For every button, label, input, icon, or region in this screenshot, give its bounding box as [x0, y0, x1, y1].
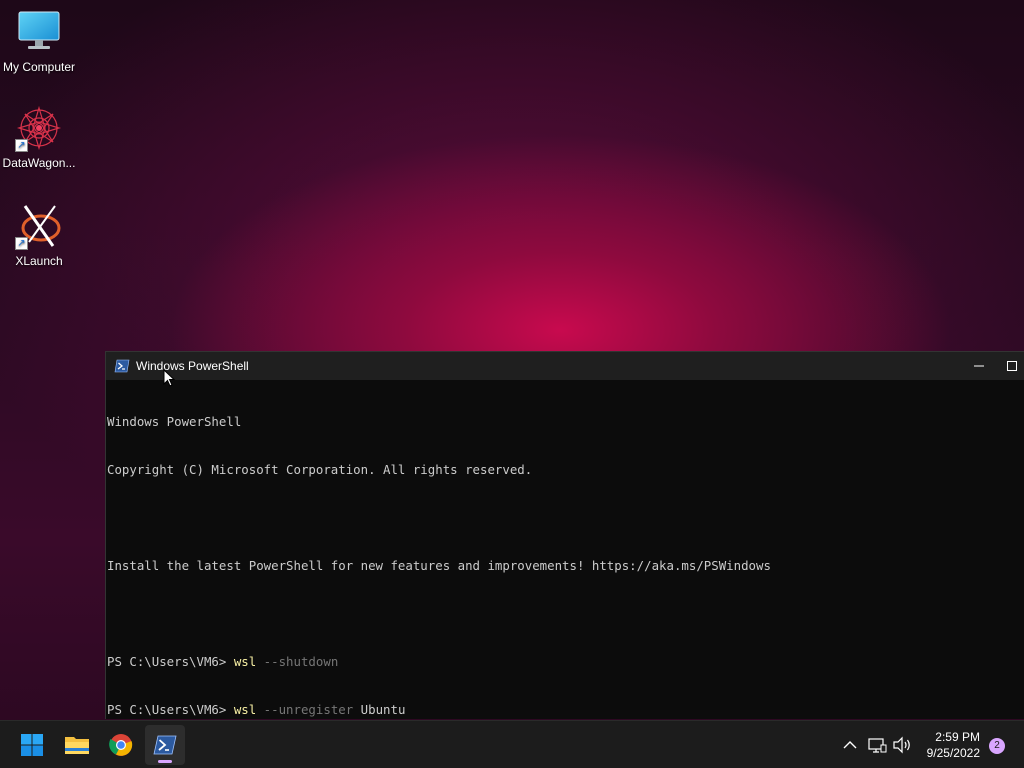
- clock-date: 9/25/2022: [926, 746, 980, 760]
- notification-badge[interactable]: 2: [989, 738, 1005, 754]
- maximize-button[interactable]: [1002, 352, 1022, 380]
- window-titlebar[interactable]: Windows PowerShell: [106, 352, 1024, 380]
- powershell-icon: [114, 358, 130, 374]
- command-name: wsl: [233, 654, 257, 669]
- desktop-icon-label: XLaunch: [15, 254, 63, 268]
- minimize-button[interactable]: [956, 352, 1002, 380]
- desktop: My Computer ↗ DataWagon... ↗ XLaunch Win…: [0, 0, 1024, 768]
- volume-button[interactable]: [892, 721, 912, 768]
- volume-icon: [893, 736, 910, 754]
- command-argument: --unregister: [256, 702, 354, 717]
- powershell-icon: [153, 735, 177, 755]
- command-argument: --shutdown: [256, 654, 339, 669]
- active-indicator: [158, 760, 172, 763]
- network-button[interactable]: [867, 721, 887, 768]
- network-icon: [868, 738, 887, 753]
- tray-overflow-button[interactable]: [838, 721, 862, 768]
- chevron-up-icon: [843, 741, 857, 749]
- command-line: PS C:\Users\VM6> wsl --unregister Ubuntu: [107, 702, 1024, 718]
- chrome-icon: [109, 734, 133, 756]
- console-line: Windows PowerShell: [107, 414, 242, 429]
- taskbar-powershell[interactable]: [145, 725, 185, 765]
- console-line: Copyright (C) Microsoft Corporation. All…: [107, 462, 533, 477]
- prompt: PS C:\Users\VM6>: [107, 654, 234, 669]
- command-name: wsl: [233, 702, 257, 717]
- clock-time: 2:59 PM: [935, 730, 980, 744]
- start-icon: [21, 734, 43, 756]
- prompt: PS C:\Users\VM6>: [107, 702, 234, 717]
- minimize-icon: [974, 365, 984, 367]
- taskbar-file-explorer[interactable]: [57, 725, 97, 765]
- desktop-icon-label: My Computer: [2, 60, 76, 74]
- taskbar: 2:59 PM 9/25/2022 2: [0, 720, 1024, 768]
- console-output[interactable]: Windows PowerShell Copyright (C) Microso…: [106, 380, 1024, 750]
- maximize-icon: [1007, 361, 1017, 371]
- taskbar-clock[interactable]: 2:59 PM 9/25/2022: [927, 729, 980, 761]
- shortcut-arrow-icon: ↗: [15, 139, 28, 152]
- mouse-cursor-icon: [163, 369, 175, 387]
- window-title: Windows PowerShell: [136, 359, 249, 373]
- monitor-icon: [15, 8, 63, 56]
- xlaunch-icon: ↗: [15, 202, 63, 250]
- desktop-icon-xlaunch[interactable]: ↗ XLaunch: [0, 202, 78, 268]
- command-value: Ubuntu: [353, 702, 406, 717]
- taskbar-chrome[interactable]: [101, 725, 141, 765]
- desktop-icon-datawagon[interactable]: ↗ DataWagon...: [0, 104, 78, 170]
- file-explorer-icon: [65, 737, 89, 754]
- powershell-window[interactable]: Windows PowerShell Windows PowerShell Co…: [105, 351, 1024, 719]
- desktop-icon-my-computer[interactable]: My Computer: [0, 8, 78, 74]
- mandala-icon: ↗: [15, 104, 63, 152]
- start-button[interactable]: [12, 725, 52, 765]
- shortcut-arrow-icon: ↗: [15, 237, 28, 250]
- desktop-icon-label: DataWagon...: [2, 156, 76, 170]
- command-line: PS C:\Users\VM6> wsl --shutdown: [107, 654, 1024, 670]
- console-line: Install the latest PowerShell for new fe…: [107, 558, 771, 573]
